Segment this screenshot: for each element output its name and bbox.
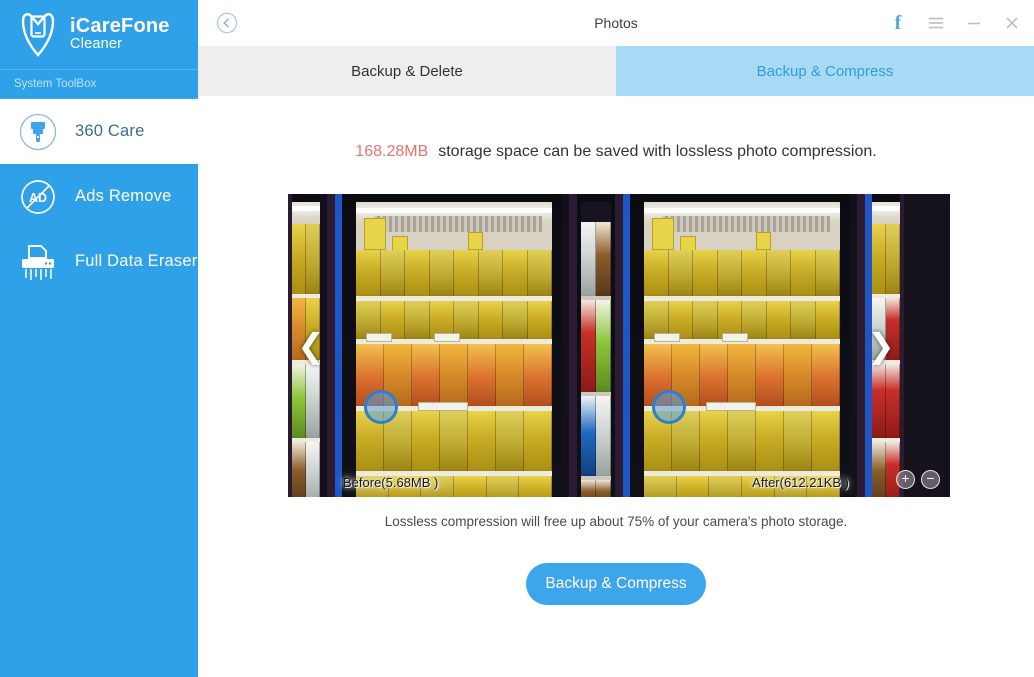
- zoom-in-button[interactable]: +: [896, 470, 915, 489]
- back-circle-icon[interactable]: [216, 12, 238, 34]
- tab-backup-delete[interactable]: Backup & Delete: [198, 46, 616, 96]
- facebook-f-icon[interactable]: f: [890, 13, 906, 33]
- savings-text: storage space can be saved with lossless…: [438, 143, 877, 160]
- window-controls: f: [890, 13, 1020, 33]
- photo-preview-next: ❯: [861, 194, 904, 497]
- photo-gap-filler: [573, 194, 619, 497]
- tab-backup-compress[interactable]: Backup & Compress: [616, 46, 1034, 107]
- photo-before: Before(5.68MB ): [331, 194, 573, 497]
- zoom-out-button[interactable]: −: [921, 470, 940, 489]
- previous-photo-arrow[interactable]: ❮: [297, 329, 325, 363]
- tab-bar: Backup & Delete Backup & Compress: [198, 46, 1034, 107]
- sidebar-item-label: Full Data Eraser: [75, 252, 198, 270]
- paintbrush-circle-icon: [16, 110, 60, 154]
- ad-block-circle-icon: AD: [16, 175, 60, 219]
- backup-compress-button[interactable]: Backup & Compress: [526, 563, 706, 605]
- brand-text: iCareFone Cleaner: [70, 14, 170, 53]
- shredder-icon: [16, 240, 60, 284]
- sidebar-item-ads-remove[interactable]: AD Ads Remove: [0, 164, 198, 229]
- tab-label: Backup & Compress: [756, 62, 894, 80]
- tab-label: Backup & Delete: [351, 62, 463, 80]
- cta-container: Backup & Compress: [198, 563, 1034, 605]
- after-label: After(612.21KB ): [752, 475, 849, 490]
- app-window: iCareFone Cleaner System ToolBox 360 Car…: [0, 0, 1034, 677]
- brand-subtitle: Cleaner: [70, 36, 123, 53]
- sidebar-filler: [0, 294, 198, 677]
- photo-strip: ❮ Before(5.68MB) After(612.21KB) ❯: [288, 194, 950, 497]
- compression-hint: Lossless compression will free up about …: [384, 514, 848, 529]
- sidebar-item-360-care[interactable]: 360 Care: [0, 99, 198, 164]
- next-photo-arrow[interactable]: ❯: [867, 329, 895, 363]
- before-label: Before(5.68MB ): [343, 475, 439, 490]
- zoom-controls: + −: [896, 470, 940, 489]
- phone-pin-icon: [16, 11, 60, 59]
- photo-preview-previous: ❮: [288, 194, 331, 497]
- photo-comparison-carousel[interactable]: ❮ Before(5.68MB) After(612.21KB) ❯ + −: [288, 194, 950, 497]
- sidebar-item-label: 360 Care: [75, 122, 145, 140]
- sidebar-item-label: Ads Remove: [75, 187, 172, 205]
- titlebar: Photos f: [198, 0, 1034, 46]
- main-panel: Photos f Backup & Delete Backup & Compre…: [198, 0, 1034, 677]
- savings-amount: 168.28MB: [355, 143, 429, 160]
- hamburger-menu-icon[interactable]: [928, 14, 944, 32]
- sidebar: iCareFone Cleaner System ToolBox 360 Car…: [0, 0, 198, 677]
- sidebar-item-full-data-eraser[interactable]: Full Data Eraser: [0, 229, 198, 294]
- sidebar-section-label: System ToolBox: [0, 70, 198, 99]
- content-area: 168.28MB storage space can be saved with …: [198, 96, 1034, 677]
- minimize-icon[interactable]: [966, 14, 982, 32]
- brand-header: iCareFone Cleaner: [0, 0, 198, 70]
- savings-message: 168.28MB storage space can be saved with …: [198, 143, 1034, 161]
- brand-name: iCareFone: [70, 14, 170, 37]
- close-icon[interactable]: [1004, 14, 1020, 32]
- svg-text:AD: AD: [29, 191, 47, 205]
- photo-after: After(612.21KB ): [619, 194, 861, 497]
